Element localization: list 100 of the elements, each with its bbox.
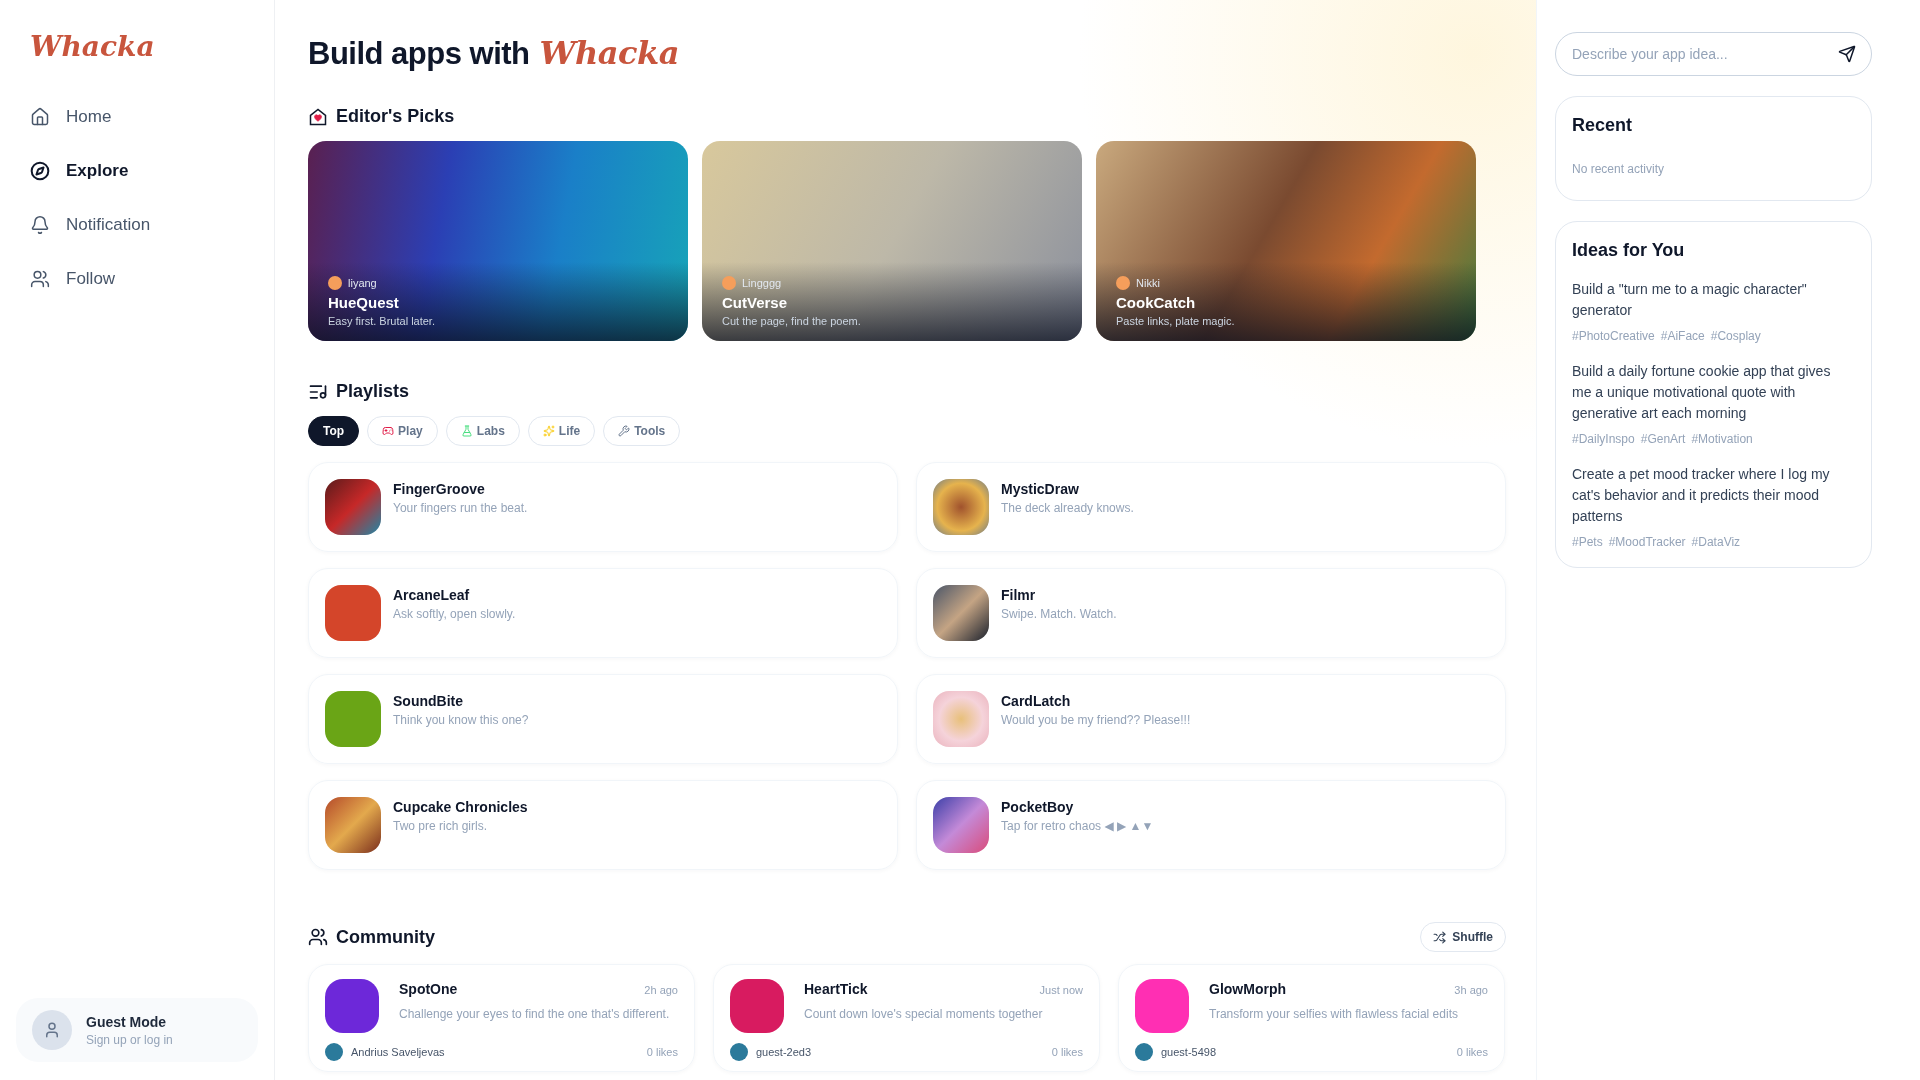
app-name: FingerGroove	[393, 481, 486, 497]
people-icon	[30, 269, 50, 289]
app-card[interactable]: Filmr Swipe. Match. Watch.	[916, 568, 1506, 658]
people-icon	[308, 927, 328, 947]
featured-app-card[interactable]: Nikki CookCatch Paste links, plate magic.	[1096, 141, 1476, 341]
empty-message: No recent activity	[1572, 162, 1666, 176]
app-card[interactable]: ArcaneLeaf Ask softly, open slowly.	[308, 568, 898, 658]
idea-text[interactable]: Build a daily fortune cookie app that gives me a unique motivational quote with generative art each morning	[1572, 361, 1855, 424]
like-count: 0 likes	[1456, 1046, 1488, 1058]
shuffle-icon	[1433, 930, 1447, 944]
filter-tab[interactable]: Play	[367, 416, 438, 446]
nav-item[interactable]: Notification	[16, 205, 258, 245]
logo[interactable]: Whacka	[16, 30, 258, 63]
idea-text[interactable]: Create a pet mood tracker where I log my cat's behavior and it predicts their mood patterns	[1572, 464, 1855, 527]
bell-icon	[30, 215, 50, 235]
app-name: CookCatch	[1116, 294, 1197, 311]
panel-title: Ideas for You	[1572, 240, 1686, 261]
post-time: 2h ago	[644, 984, 678, 996]
house-heart-icon	[308, 106, 328, 127]
app-card[interactable]: FingerGroove Your fingers run the beat.	[308, 462, 898, 552]
community-app-card[interactable]: HeartTick Just now Count down love's special moments together guest-2ed3 0 likes	[713, 964, 1100, 1072]
sparkle-icon	[542, 425, 555, 437]
app-tagline: Ask softly, open slowly.	[393, 607, 516, 621]
guest-account-card[interactable]: Guest Mode Sign up or log in	[16, 998, 258, 1062]
app-tagline: Would you be my friend?? Please!!!	[1001, 713, 1191, 727]
app-tagline: Paste links, plate magic.	[1116, 315, 1236, 327]
app-name: CardLatch	[1001, 693, 1072, 709]
account-hint: Sign up or log in	[86, 1032, 173, 1047]
send-icon[interactable]	[1838, 45, 1856, 63]
brand-name: Whacka	[539, 34, 679, 72]
featured-app-card[interactable]: Lingggg CutVerse Cut the page, find the poem.	[702, 141, 1082, 341]
app-name: Filmr	[1001, 587, 1037, 603]
app-thumbnail	[933, 691, 989, 747]
avatar-icon	[32, 1010, 72, 1050]
author-avatar	[730, 1043, 748, 1061]
app-card[interactable]: CardLatch Would you be my friend?? Please!!!	[916, 674, 1506, 764]
post-time: 3h ago	[1454, 984, 1488, 996]
filter-tab[interactable]: Tools	[603, 416, 681, 446]
author-name: liyang	[348, 277, 377, 289]
section-title: Playlists	[336, 381, 410, 402]
like-count: 0 likes	[646, 1046, 678, 1058]
app-thumbnail	[325, 479, 381, 535]
app-thumbnail	[325, 585, 381, 641]
app-tagline: The deck already knows.	[1001, 501, 1134, 515]
account-name: Guest Mode	[86, 1013, 168, 1030]
nav-item[interactable]: Home	[16, 97, 258, 137]
app-thumbnail	[933, 585, 989, 641]
app-name: Cupcake Chronicles	[393, 799, 528, 815]
app-name: CutVerse	[722, 294, 789, 311]
featured-app-card[interactable]: liyang HueQuest Easy first. Brutal later.	[308, 141, 688, 341]
filter-tab[interactable]: Life	[527, 416, 596, 446]
app-thumbnail	[325, 691, 381, 747]
section-title: Community	[336, 926, 435, 948]
wrench-icon	[618, 425, 631, 437]
panel-title: Recent	[1572, 115, 1634, 136]
post-time: Just now	[1039, 984, 1083, 996]
author-name: Andrius Saveljevas	[351, 1046, 445, 1058]
filter-tab[interactable]: Top	[308, 416, 360, 446]
app-thumbnail	[325, 797, 381, 853]
app-name: SoundBite	[393, 693, 464, 709]
like-count: 0 likes	[1051, 1046, 1083, 1058]
home-icon	[30, 107, 50, 127]
page-title: Build apps with	[308, 36, 530, 72]
author-avatar	[1135, 1043, 1153, 1061]
app-card[interactable]: Cupcake Chronicles Two pre rich girls.	[308, 780, 898, 870]
filter-tab[interactable]: Labs	[445, 416, 520, 446]
app-tagline: Easy first. Brutal later.	[328, 315, 436, 327]
app-tagline: Two pre rich girls.	[393, 819, 489, 833]
community-app-card[interactable]: SpotOne 2h ago Challenge your eyes to find the one that's different. Andrius Saveljevas 0 likes	[308, 964, 695, 1072]
app-name: GlowMorph	[1209, 981, 1286, 997]
author-avatar	[325, 1043, 343, 1061]
author-avatar	[328, 276, 342, 290]
compass-icon	[30, 161, 50, 181]
app-tagline: Tap for retro chaos ◀ ▶ ▲▼	[1001, 819, 1154, 833]
idea-input-field[interactable]: Describe your app idea...	[1555, 32, 1872, 76]
app-name: PocketBoy	[1001, 799, 1075, 815]
app-name: ArcaneLeaf	[393, 587, 471, 603]
author-name: guest-2ed3	[756, 1046, 812, 1058]
app-name: SpotOne	[399, 981, 458, 997]
app-tagline: Swipe. Match. Watch.	[1001, 607, 1117, 621]
app-name: MysticDraw	[1001, 481, 1080, 497]
app-description: Count down love's special moments together	[804, 1007, 1044, 1021]
app-card[interactable]: SoundBite Think you know this one?	[308, 674, 898, 764]
app-tagline: Think you know this one?	[393, 713, 529, 727]
app-thumbnail	[933, 797, 989, 853]
nav-item[interactable]: Follow	[16, 259, 258, 299]
flask-icon	[460, 425, 473, 437]
author-name: Lingggg	[742, 277, 782, 289]
author-name: guest-5498	[1161, 1046, 1217, 1058]
app-card[interactable]: PocketBoy Tap for retro chaos ◀ ▶ ▲▼	[916, 780, 1506, 870]
community-app-card[interactable]: GlowMorph 3h ago Transform your selfies with flawless facial edits guest-5498 0 likes	[1118, 964, 1505, 1072]
author-avatar	[722, 276, 736, 290]
nav-item[interactable]: Explore	[16, 151, 258, 191]
app-description: Challenge your eyes to find the one that's different.	[399, 1007, 671, 1021]
app-card[interactable]: MysticDraw The deck already knows.	[916, 462, 1506, 552]
app-name: HueQuest	[328, 294, 400, 311]
author-avatar	[1116, 276, 1130, 290]
shuffle-button[interactable]: Shuffle	[1420, 922, 1506, 952]
app-description: Transform your selfies with flawless facial edits	[1209, 1007, 1459, 1021]
idea-text[interactable]: Build a "turn me to a magic character" generator	[1572, 279, 1855, 321]
